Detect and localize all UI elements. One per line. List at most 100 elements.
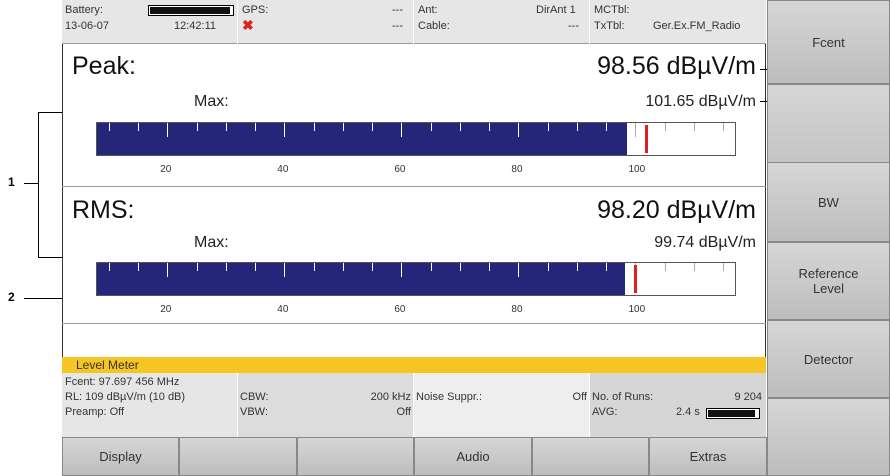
- peak-max-value: 101.65 dBµV/m: [645, 93, 756, 110]
- rms-bar-fill: [97, 263, 625, 295]
- info-panel: Fcent: 97.697 456 MHz RL: 109 dBµV/m (10…: [62, 373, 766, 437]
- softkey-bw[interactable]: BW: [767, 162, 890, 242]
- gps-label: GPS:: [242, 4, 269, 16]
- status-time: 12:42:11: [174, 20, 217, 32]
- peak-bar-tick: [284, 123, 286, 137]
- peak-bar-tick: [225, 123, 227, 131]
- rms-scale-label: 80: [511, 304, 523, 315]
- callout-1-bracket-top: [38, 112, 62, 113]
- vbw-label: VBW:: [240, 406, 268, 418]
- avg-progress-fill: [708, 410, 755, 417]
- battery-label: Battery:: [65, 4, 103, 16]
- peak-bar-tick: [430, 123, 432, 131]
- rms-max-label: Max:: [194, 234, 229, 251]
- avg-progress-bar: [706, 408, 760, 419]
- peak-bar-tick: [694, 123, 696, 131]
- callout-2: 2: [8, 290, 15, 304]
- rms-value: 98.20 dBµV/m: [597, 196, 756, 224]
- rms-bar-tick: [167, 263, 169, 277]
- hotkey-extras[interactable]: Extras: [649, 437, 767, 476]
- info-block-runs: No. of Runs: 9 204 AVG: 2.4 s: [590, 373, 766, 437]
- callout-1-line: [24, 183, 38, 184]
- rms-scale-label: 20: [160, 304, 172, 315]
- hotkey-audio[interactable]: Audio: [414, 437, 532, 476]
- softkey-fcent[interactable]: Fcent: [767, 0, 890, 84]
- peak-bar-tick: [255, 123, 257, 131]
- peak-scale-label: 100: [628, 164, 646, 175]
- vbw-value: Off: [396, 406, 411, 418]
- rms-scale-label: 100: [628, 304, 646, 315]
- ant-label: Ant:: [418, 4, 438, 16]
- callout-1-bracket: [38, 112, 39, 257]
- rms-bar-tick: [723, 263, 725, 271]
- peak-label: Peak:: [72, 52, 136, 80]
- peak-scale-label: 20: [160, 164, 172, 175]
- rms-bar-tick: [401, 263, 403, 277]
- battery-fill: [150, 7, 230, 14]
- runs-value: 9 204: [734, 391, 762, 403]
- cbw-label: CBW:: [240, 391, 269, 403]
- noise-value: Off: [572, 391, 587, 403]
- peak-bar-tick: [342, 123, 344, 131]
- rms-bar-tick: [518, 263, 520, 277]
- softkey-reference-level[interactable]: Reference Level: [767, 242, 890, 320]
- cable-label: Cable:: [418, 20, 450, 32]
- peak-bar-tick: [606, 123, 608, 131]
- rms-scale-label: 40: [277, 304, 289, 315]
- mctbl-label: MCTbl:: [594, 4, 630, 16]
- cable-value: ---: [568, 20, 579, 32]
- peak-scale-label: 80: [511, 164, 523, 175]
- rms-bar-tick: [430, 263, 432, 271]
- hotkey-2[interactable]: [179, 437, 297, 476]
- avg-label: AVG:: [592, 406, 618, 418]
- rms-bar-tick: [606, 263, 608, 271]
- peak-bar-tick: [723, 123, 725, 131]
- rms-bar-tick: [284, 263, 286, 277]
- peak-bar-tick: [459, 123, 461, 131]
- hotkey-5[interactable]: [532, 437, 649, 476]
- rms-max-marker: [633, 265, 637, 293]
- gps-value: ---: [392, 4, 403, 16]
- rms-bar-tick: [576, 263, 578, 271]
- peak-bar-tick: [576, 123, 578, 131]
- hotkey-3[interactable]: [297, 437, 414, 476]
- preamp-info: Preamp: Off: [65, 406, 125, 418]
- info-block-general: Fcent: 97.697 456 MHz RL: 109 dBµV/m (10…: [62, 373, 238, 437]
- rms-bar-tick: [137, 263, 139, 271]
- rms-bar-tick: [342, 263, 344, 271]
- cross-icon: ✖: [242, 17, 254, 33]
- section-divider: [62, 186, 766, 187]
- rms-bar-tick: [255, 263, 257, 271]
- rms-max-value: 99.74 dBµV/m: [654, 234, 756, 251]
- softkey-detector[interactable]: Detector: [767, 320, 890, 398]
- mode-banner: Level Meter: [62, 357, 766, 373]
- status-bar: Battery: 13-06-07 12:42:11 GPS: --- ✖ --…: [62, 0, 766, 44]
- peak-bar-tick: [372, 123, 374, 131]
- peak-bar-tick: [196, 123, 198, 131]
- rms-bar-tick: [547, 263, 549, 271]
- rms-label: RMS:: [72, 196, 135, 224]
- rl-info: RL: 109 dBµV/m (10 dB): [65, 391, 186, 403]
- hotkey-display[interactable]: Display: [62, 437, 179, 476]
- txtbl-value: Ger.Ex.FM_Radio: [653, 20, 741, 32]
- rms-bar-tick: [225, 263, 227, 271]
- softkey-6[interactable]: [767, 398, 890, 476]
- runs-label: No. of Runs:: [592, 391, 654, 403]
- rms-bar-tick: [459, 263, 461, 271]
- ant-value: DirAnt 1: [536, 4, 576, 16]
- peak-bar-tick: [547, 123, 549, 131]
- rms-scale-label: 60: [394, 304, 406, 315]
- txtbl-label: TxTbl:: [594, 20, 625, 32]
- peak-max-label: Max:: [194, 93, 229, 110]
- rms-level-bar: [96, 262, 736, 296]
- rms-bar-tick: [108, 263, 110, 271]
- rms-bar-tick: [664, 263, 666, 271]
- section-divider-bottom: [62, 323, 766, 324]
- peak-bar-tick: [635, 123, 637, 137]
- gps-value-2: ---: [392, 20, 403, 32]
- avg-value: 2.4 s: [676, 406, 700, 418]
- callout-1: 1: [8, 175, 15, 189]
- peak-max-marker: [645, 125, 649, 153]
- peak-scale-label: 40: [277, 164, 289, 175]
- rms-bar-tick: [313, 263, 315, 271]
